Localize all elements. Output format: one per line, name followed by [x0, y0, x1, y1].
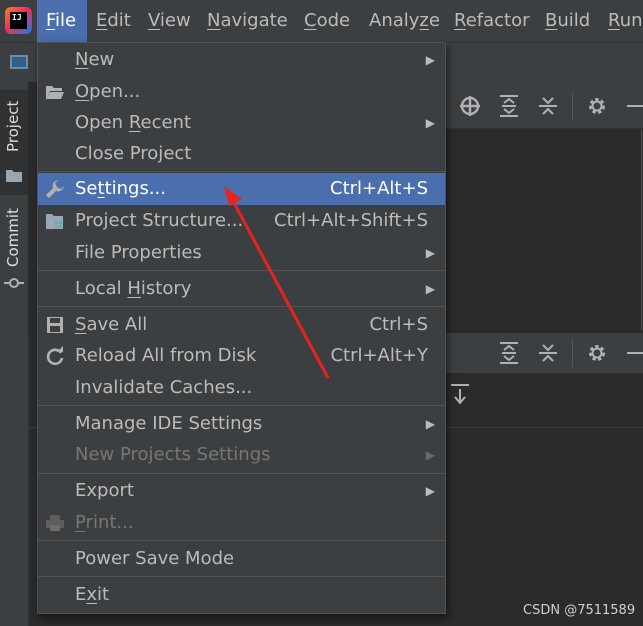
annotation-arrow	[224, 186, 330, 379]
watermark: CSDN @7511589	[523, 603, 636, 618]
